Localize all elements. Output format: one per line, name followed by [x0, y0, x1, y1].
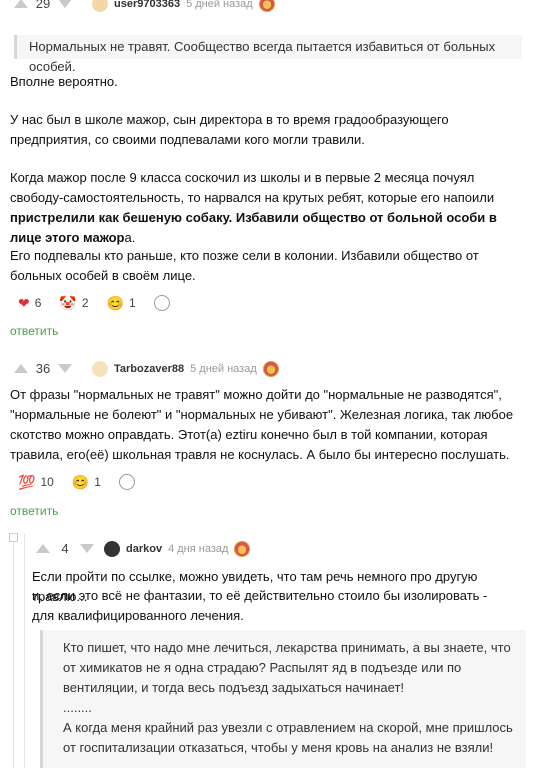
comment1-paragraph: Вполне вероятно.: [10, 74, 118, 89]
username[interactable]: Tarbozaver88: [114, 363, 184, 375]
downvote-icon[interactable]: [80, 544, 94, 553]
quote-text: А когда меня крайний раз увезли с отравл…: [63, 720, 513, 755]
heart-icon: ❤: [18, 295, 30, 311]
paragraph-text: Когда мажор после 9 класса соскочил из ш…: [10, 170, 495, 205]
comment3-quote: Кто пишет, что надо мне лечиться, лекарс…: [40, 630, 526, 768]
quote-text: Нормальных не травят. Сообщество всегда …: [29, 39, 496, 74]
collapse-thread-icon[interactable]: [9, 533, 18, 542]
comment3-line: и, если это всё не фантазии, то её дейст…: [32, 588, 488, 623]
comment1-paragraph: Его подпевалы кто раньше, кто позже сели…: [10, 248, 479, 283]
smile-icon: 😊: [71, 474, 90, 490]
quote-text: Кто пишет, что надо мне лечиться, лекарс…: [63, 640, 511, 695]
comment2-user: Tarbozaver88 5 дней назад: [92, 361, 279, 377]
thread-line[interactable]: [13, 534, 14, 768]
username[interactable]: user9703363: [114, 0, 180, 10]
username[interactable]: darkov: [126, 543, 162, 555]
reaction-smile[interactable]: 😊 1: [72, 475, 101, 489]
smile-icon: 😊: [106, 295, 124, 311]
comment1-paragraph: У нас был в школе мажор, сын директора в…: [10, 112, 449, 147]
comment3-user: darkov 4 дня назад: [104, 541, 251, 557]
vote-count: 29: [35, 0, 51, 11]
reaction-count: 1: [94, 475, 101, 489]
comment1-vote-block: 29: [14, 0, 72, 11]
clown-icon: 🤡: [59, 295, 77, 311]
comment2-vote-block: 36: [14, 361, 72, 376]
upvote-icon[interactable]: [14, 0, 28, 8]
reply-link[interactable]: ответить: [10, 324, 58, 338]
nested-thread-line: [24, 534, 25, 768]
user-avatar-icon[interactable]: [104, 541, 120, 557]
timestamp[interactable]: 5 дней назад: [186, 0, 253, 10]
upvote-icon[interactable]: [14, 364, 28, 373]
user-badge-icon: [258, 0, 275, 12]
comment1-user: user9703363 5 дней назад: [92, 0, 275, 12]
comment3-vote-block: 4: [36, 541, 94, 556]
vote-count: 36: [35, 361, 51, 376]
comment2-reactions: 💯 10 😊 1: [18, 474, 135, 490]
reaction-hundred[interactable]: 💯 10: [18, 475, 54, 489]
user-badge-icon: [262, 361, 279, 377]
timestamp[interactable]: 4 дня назад: [168, 543, 228, 555]
add-reaction-icon[interactable]: [153, 295, 170, 311]
downvote-icon[interactable]: [58, 0, 72, 8]
reaction-heart[interactable]: ❤ 6: [18, 296, 41, 310]
reaction-count: 10: [40, 475, 54, 489]
reaction-clown[interactable]: 🤡 2: [59, 296, 88, 310]
user-avatar-icon[interactable]: [92, 0, 108, 12]
hundred-icon: 💯: [18, 474, 36, 490]
comment1-quote: Нормальных не травят. Сообщество всегда …: [14, 35, 522, 74]
reaction-count: 2: [81, 296, 89, 310]
quote-dots: ........: [63, 700, 92, 715]
reaction-count: 6: [34, 296, 42, 310]
add-reaction-icon[interactable]: [118, 474, 135, 490]
user-badge-icon: [234, 541, 251, 557]
downvote-icon[interactable]: [58, 364, 72, 373]
comment1-reactions: ❤ 6 🤡 2 😊 1: [18, 295, 170, 311]
user-avatar-icon[interactable]: [92, 361, 108, 377]
comment2-text: От фразы "нормальных не травят" можно до…: [10, 387, 514, 462]
upvote-icon[interactable]: [36, 544, 50, 553]
paragraph-bold-text: пристрелили как бешеную собаку. Избавили…: [10, 210, 497, 245]
vote-count: 4: [61, 541, 69, 556]
reaction-smile[interactable]: 😊 1: [107, 296, 136, 310]
paragraph-text: а.: [124, 230, 136, 245]
comment1-paragraph: Когда мажор после 9 класса соскочил из ш…: [10, 168, 528, 248]
reaction-count: 1: [128, 296, 136, 310]
reply-link[interactable]: ответить: [10, 504, 58, 518]
timestamp[interactable]: 5 дней назад: [190, 363, 257, 375]
